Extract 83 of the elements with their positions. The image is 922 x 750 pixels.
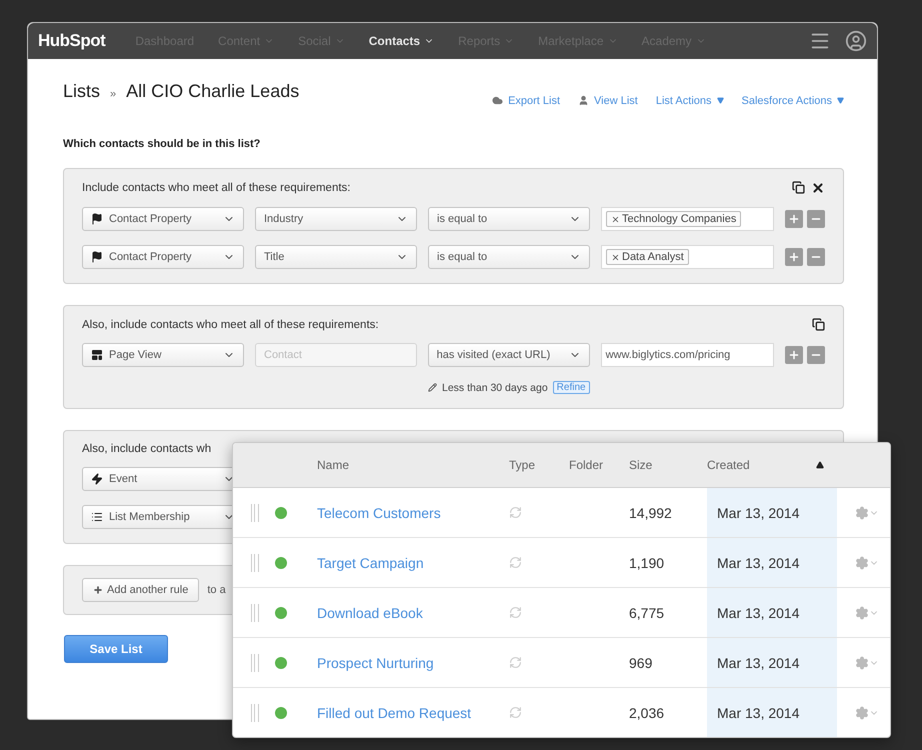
created-cell: Mar 13, 2014: [707, 488, 837, 537]
drag-handle-icon[interactable]: [251, 704, 259, 722]
sort-icon[interactable]: [816, 461, 824, 469]
list-name-link[interactable]: Telecom Customers: [317, 504, 509, 520]
size-cell-text: 2,036: [629, 704, 666, 720]
size-cell-text: 6,775: [629, 604, 666, 620]
nav-item[interactable]: Contacts: [368, 34, 434, 48]
add-button[interactable]: [785, 248, 804, 266]
column-header[interactable]: Folder: [569, 458, 629, 472]
pencil-icon: [428, 383, 437, 392]
value-field[interactable]: www.biglytics.com/pricing: [600, 343, 774, 367]
group-heading: Also, include contacts wh: [82, 443, 212, 455]
remove-button[interactable]: [807, 346, 825, 364]
created-cell: Mar 13, 2014: [707, 538, 837, 587]
page-icon: [91, 349, 103, 361]
group-heading: Include contacts who meet all of these requirements:: [82, 182, 350, 194]
add-button[interactable]: [785, 346, 804, 364]
field-select[interactable]: Title: [255, 245, 417, 269]
breadcrumb-link[interactable]: Lists: [63, 81, 100, 102]
refresh-icon: [509, 556, 522, 569]
refine-button[interactable]: Refine: [552, 381, 590, 394]
copy-icon[interactable]: [792, 181, 805, 194]
plus-icon: [93, 585, 103, 595]
remove-button[interactable]: [807, 210, 825, 228]
drag-handle-icon[interactable]: [251, 604, 259, 622]
list-name-link[interactable]: Target Campaign: [317, 554, 509, 570]
remove-button[interactable]: [807, 248, 825, 266]
action-link[interactable]: List Actions: [656, 94, 724, 106]
value-field[interactable]: Data Analyst: [601, 245, 774, 269]
close-icon[interactable]: [811, 181, 825, 195]
plus-icon: [788, 349, 800, 361]
property-select[interactable]: Page View: [82, 343, 244, 367]
date-filter-text: Less than 30 days ago: [442, 382, 548, 394]
add-button[interactable]: [785, 210, 804, 228]
list-name-link[interactable]: Filled out Demo Request: [317, 704, 509, 720]
column-header[interactable]: Created: [707, 458, 890, 472]
save-button[interactable]: Save List: [64, 635, 168, 663]
flag-icon: [91, 213, 103, 225]
created-cell: Mar 13, 2014: [707, 638, 837, 687]
flag-icon: [91, 251, 103, 263]
add-rule-text: to a: [207, 584, 226, 596]
column-header[interactable]: Name: [317, 458, 509, 472]
page-title: All CIO Charlie Leads: [126, 81, 300, 102]
hubspot-logo[interactable]: HubSpot: [38, 31, 106, 51]
refresh-icon: [509, 656, 522, 669]
column-header[interactable]: Type: [509, 458, 569, 472]
cloud-icon: [492, 95, 504, 106]
remove-tag-icon[interactable]: [611, 252, 620, 262]
plus-icon: [788, 213, 800, 225]
drag-handle-icon[interactable]: [251, 504, 259, 522]
size-cell-text: 969: [629, 654, 654, 670]
section-question: Which contacts should be in this list?: [63, 138, 262, 150]
breadcrumb-separator: »: [110, 88, 116, 100]
add-rule-button[interactable]: Add another rule: [82, 578, 200, 602]
action-link[interactable]: Salesforce Actions: [742, 94, 844, 106]
field-select[interactable]: Industry: [255, 207, 417, 231]
operator-select[interactable]: has visited (exact URL): [428, 343, 590, 367]
value-field[interactable]: Technology Companies: [601, 207, 774, 231]
column-header[interactable]: Size: [629, 458, 707, 472]
person-icon: [578, 95, 590, 106]
property-select[interactable]: Contact Property: [82, 207, 244, 231]
action-link[interactable]: Export List: [492, 94, 560, 106]
lightning-icon: [91, 473, 103, 485]
refresh-icon: [509, 606, 522, 619]
list-name-link[interactable]: Download eBook: [317, 604, 509, 620]
refresh-icon: [509, 506, 522, 519]
action-link[interactable]: View List: [578, 94, 638, 106]
operator-select[interactable]: is equal to: [428, 245, 590, 269]
created-cell: Mar 13, 2014: [707, 588, 837, 637]
created-cell: Mar 13, 2014: [707, 688, 837, 737]
group-heading: Also, include contacts who meet all of these requirements:: [82, 318, 379, 330]
avatar-icon[interactable]: [845, 30, 867, 52]
drag-handle-icon[interactable]: [251, 654, 259, 672]
remove-tag-icon[interactable]: [611, 214, 620, 224]
size-cell-text: 14,992: [629, 504, 673, 520]
refresh-icon: [509, 706, 522, 719]
property-select[interactable]: Contact Property: [82, 245, 244, 269]
operator-select[interactable]: is equal to: [428, 207, 590, 231]
list-name-link[interactable]: Prospect Nurturing: [317, 654, 509, 670]
plus-icon: [788, 251, 800, 263]
copy-icon[interactable]: [812, 318, 825, 331]
drag-handle-icon[interactable]: [251, 554, 259, 572]
size-cell-text: 1,190: [629, 554, 666, 570]
